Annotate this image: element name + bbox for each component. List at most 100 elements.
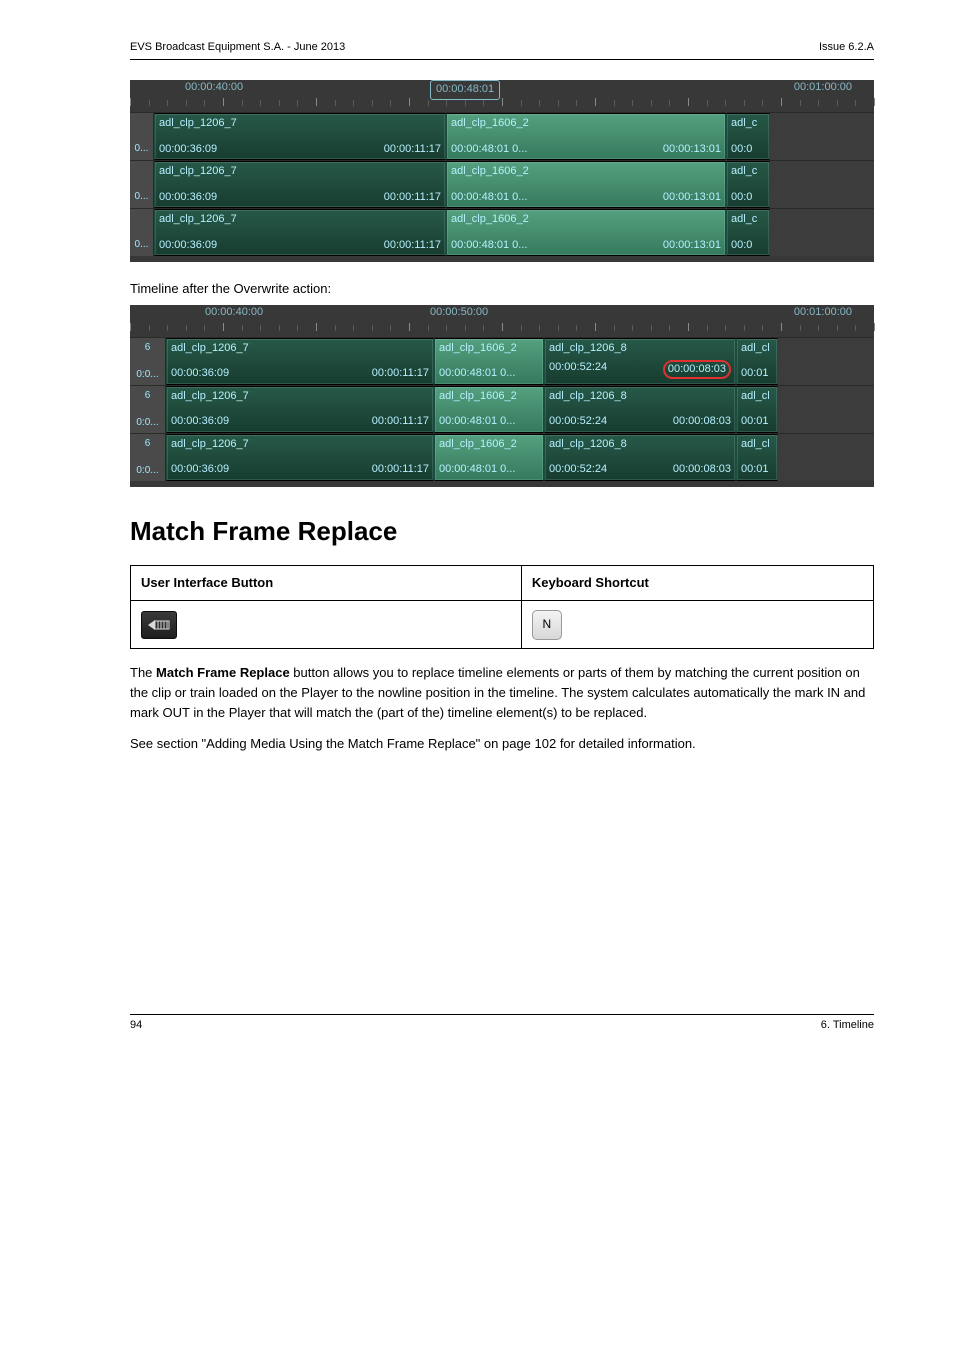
timeline-clip[interactable]: adl_clp_1206_700:00:36:0900:00:11:17 <box>166 386 434 433</box>
clip-in-tc: 00:00:52:24 <box>549 414 607 429</box>
paragraph-1: The Match Frame Replace button allows yo… <box>130 663 874 723</box>
footer-section: 6. Timeline <box>821 1018 874 1033</box>
timeline-clip[interactable]: adl_cl 00:01 <box>736 338 778 385</box>
clip-in-tc: 00:00:48:01 0... <box>451 142 527 157</box>
clip-in-tc: 00:00:36:09 <box>159 238 217 253</box>
clip-duration: 00:00:08:03 <box>673 462 731 477</box>
timeline-clip[interactable]: adl_clp_1206_8 00:00:52:24 00:00:08:03 <box>544 434 736 481</box>
page-footer: 94 6. Timeline <box>130 1015 874 1033</box>
clip-name: adl_cl <box>741 389 770 404</box>
track-gutter: 60:0... <box>130 386 166 433</box>
clip-name: adl_clp_1606_2 <box>439 389 517 404</box>
timeline-clip[interactable]: adl_clp_1606_2 00:00:48:01 0... <box>434 386 544 433</box>
ruler-nowline-label: 00:00:48:01 <box>430 80 500 99</box>
ruler-time-label: 00:00:40:00 <box>205 305 263 320</box>
shortcut-table: User Interface Button Keyboard Shortcut <box>130 565 874 649</box>
clip-duration: 00:00:13:01 <box>663 190 721 205</box>
timeline-track: 0...adl_clp_1206_700:00:36:0900:00:11:17… <box>130 160 874 208</box>
clip-in-tc: 00:00:48:01 0... <box>451 190 527 205</box>
timeline-clip[interactable]: adl_clp_1606_200:00:48:01 0...00:00:13:0… <box>446 113 726 160</box>
clip-name: adl_clp_1206_7 <box>159 116 237 131</box>
timeline-clip[interactable]: adl_c00:0 <box>726 161 770 208</box>
header-rule <box>130 59 874 60</box>
clip-in-tc: 00:00:52:24 <box>549 462 607 477</box>
match-frame-replace-icon <box>148 618 170 632</box>
clip-name: adl_clp_1606_2 <box>451 164 529 179</box>
timeline-ruler: 00:00:40:00 00:00:48:01 00:01:00:00 <box>130 80 874 106</box>
timeline-clip[interactable]: adl_clp_1606_200:00:48:01 0... <box>434 338 544 385</box>
table-header-ui-button: User Interface Button <box>131 565 522 600</box>
clip-in-tc: 00:0 <box>731 142 752 157</box>
keyboard-key-n: N <box>532 610 562 640</box>
clip-name: adl_clp_1606_2 <box>451 212 529 227</box>
clip-in-tc: 00:01 <box>741 366 769 381</box>
header-left: EVS Broadcast Equipment S.A. - June 2013 <box>130 40 345 55</box>
clip-duration: 00:00:13:01 <box>663 238 721 253</box>
match-frame-replace-button[interactable] <box>141 611 177 639</box>
track-gutter: 0... <box>130 209 154 256</box>
timeline-clip[interactable]: adl_clp_1206_7 00:00:36:09 00:00:11:17 <box>154 161 446 208</box>
timeline-clip[interactable]: adl_clp_1606_2 00:00:48:01 0... 00:00:13:0… <box>446 161 726 208</box>
clip-in-tc: 00:0 <box>731 238 752 253</box>
timeline-track: 0... adl_clp_1206_7 00:00:36:09 00:00:11:17… <box>130 208 874 256</box>
page-number: 94 <box>130 1018 142 1033</box>
clip-name: adl_clp_1606_2 <box>439 437 517 452</box>
clip-duration: 00:00:11:17 <box>384 142 441 157</box>
clip-in-tc: 00:00:48:01 0... <box>439 414 515 429</box>
clip-duration: 00:00:08:03 <box>661 360 731 385</box>
clip-name: adl_clp_1206_8 <box>549 389 627 404</box>
timeline-clip[interactable]: adl_c 00:0 <box>726 209 770 256</box>
timeline-clip[interactable]: adl_cl00:01 <box>736 434 778 481</box>
timeline-clip[interactable]: adl_clp_1606_200:00:48:01 0...00:00:13:0… <box>446 209 726 256</box>
clip-duration: 00:00:11:17 <box>372 414 429 429</box>
timeline-track: 60:0...adl_clp_1206_700:00:36:0900:00:11… <box>130 433 874 481</box>
clip-in-tc: 00:0 <box>731 190 752 205</box>
clip-in-tc: 00:01 <box>741 414 769 429</box>
clip-duration: 00:00:13:01 <box>663 142 721 157</box>
clip-name: adl_clp_1606_2 <box>439 341 517 356</box>
clip-in-tc: 00:00:36:09 <box>171 414 229 429</box>
clip-duration: 00:00:11:17 <box>372 366 429 381</box>
table-header-shortcut: Keyboard Shortcut <box>521 565 873 600</box>
clip-duration: 00:00:11:17 <box>384 190 441 205</box>
timeline-clip[interactable]: adl_clp_1206_8 00:00:52:24 00:00:08:03 <box>544 338 736 385</box>
timeline-clip[interactable]: adl_c 00:0 <box>726 113 770 160</box>
clip-duration: 00:00:08:03 <box>673 414 731 429</box>
timeline-clip[interactable]: adl_clp_1206_8 00:00:52:24 00:00:08:03 <box>544 386 736 433</box>
ruler-time-label: 00:00:50:00 <box>430 305 488 320</box>
ruler-time-label: 00:00:40:00 <box>185 80 243 95</box>
timeline-clip[interactable]: adl_clp_1606_200:00:48:01 0... <box>434 434 544 481</box>
clip-duration: 00:00:11:17 <box>384 238 441 253</box>
timeline-caption: Timeline after the Overwrite action: <box>130 280 874 298</box>
clip-name: adl_clp_1206_7 <box>159 164 237 179</box>
clip-in-tc: 00:00:36:09 <box>171 366 229 381</box>
timeline-after-image: 00:00:40:00 00:00:50:00 00:01:00:00 60:0...… <box>130 305 874 487</box>
timeline-ruler: 00:00:40:00 00:00:50:00 00:01:00:00 <box>130 305 874 331</box>
track-gutter: 60:0... <box>130 434 166 481</box>
timeline-clip[interactable]: adl_clp_1206_700:00:36:0900:00:11:17 <box>166 338 434 385</box>
clip-in-tc: 00:00:36:09 <box>159 190 217 205</box>
timeline-track: 60:0...adl_clp_1206_700:00:36:0900:00:11… <box>130 385 874 433</box>
clip-name: adl_cl <box>741 341 770 356</box>
clip-name: adl_c <box>731 116 757 131</box>
section-title: Match Frame Replace <box>130 513 874 549</box>
clip-name: adl_c <box>731 212 757 227</box>
clip-name: adl_clp_1206_7 <box>159 212 237 227</box>
ruler-time-label: 00:01:00:00 <box>794 80 852 95</box>
clip-name: adl_clp_1206_7 <box>171 437 249 452</box>
ruler-time-label: 00:01:00:00 <box>794 305 852 320</box>
track-gutter: 0... <box>130 113 154 160</box>
timeline-clip[interactable]: adl_clp_1206_700:00:36:0900:00:11:17 <box>154 113 446 160</box>
timeline-track: 60:0...adl_clp_1206_700:00:36:0900:00:11… <box>130 337 874 385</box>
clip-duration: 00:00:11:17 <box>372 462 429 477</box>
highlight-oval-icon: 00:00:08:03 <box>663 360 731 379</box>
clip-in-tc: 00:00:52:24 <box>549 360 607 385</box>
clip-name: adl_clp_1206_8 <box>549 341 627 356</box>
clip-name: adl_cl <box>741 437 770 452</box>
page-header: EVS Broadcast Equipment S.A. - June 2013… <box>130 40 874 59</box>
timeline-clip[interactable]: adl_clp_1206_700:00:36:0900:00:11:17 <box>166 434 434 481</box>
timeline-clip[interactable]: adl_cl 00:01 <box>736 386 778 433</box>
header-right: Issue 6.2.A <box>819 40 874 55</box>
clip-name: adl_clp_1206_8 <box>549 437 627 452</box>
timeline-clip[interactable]: adl_clp_1206_7 00:00:36:09 00:00:11:17 <box>154 209 446 256</box>
